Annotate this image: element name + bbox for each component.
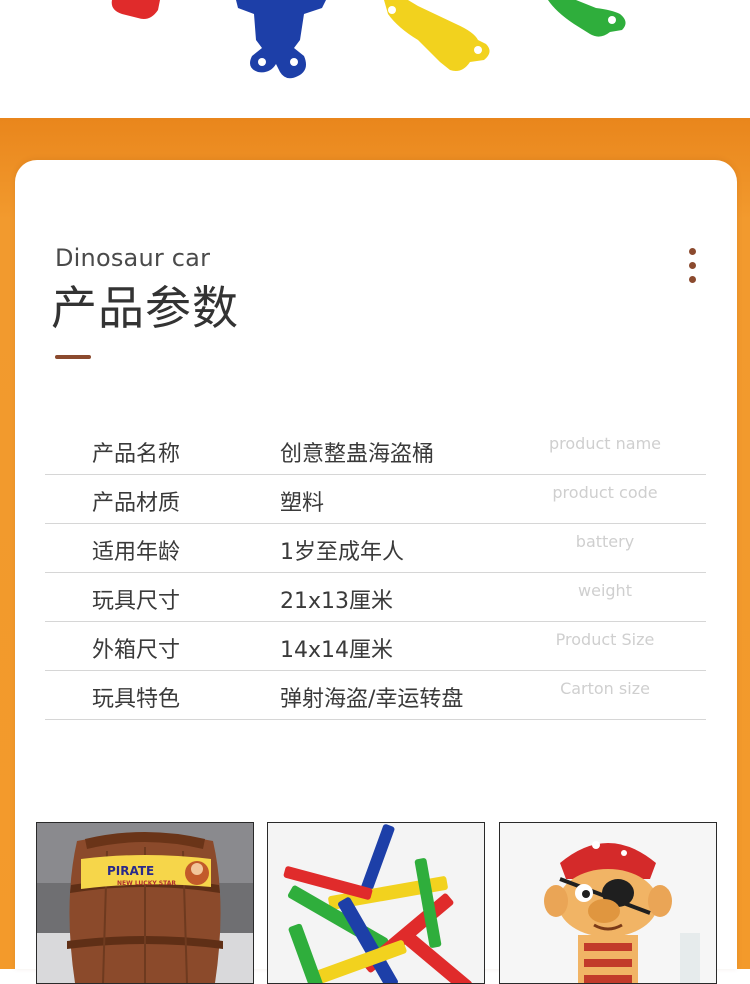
toy-swords-image	[111, 0, 626, 79]
spec-label: 产品名称	[92, 442, 181, 467]
spec-english-label: weight	[578, 581, 632, 600]
table-row: 玩具特色 弹射海盗/幸运转盘 Carton size	[45, 671, 706, 720]
photo-pirate-figure	[499, 822, 717, 984]
spec-label: 产品材质	[92, 491, 181, 516]
spec-english-label: Carton size	[560, 679, 650, 698]
spec-english-label: product name	[549, 434, 661, 453]
barrel-label-text: PIRATE	[107, 864, 154, 878]
spec-label: 适用年龄	[92, 540, 181, 565]
spec-value: 14x14厘米	[280, 638, 394, 663]
spec-english-label: Product Size	[555, 630, 655, 649]
table-row: 适用年龄 1岁至成年人 battery	[45, 524, 706, 573]
photo-pirate-barrel: PIRATE NEW LUCKY STAR	[36, 822, 254, 984]
photo-toy-swords	[267, 822, 485, 984]
table-row: 产品名称 创意整蛊海盗桶 product name	[45, 426, 706, 475]
spec-label: 外箱尺寸	[92, 638, 181, 663]
spec-label: 玩具尺寸	[92, 589, 181, 614]
spec-value: 21x13厘米	[280, 589, 394, 614]
top-product-image-strip	[0, 0, 750, 118]
product-parameters-card: Dinosaur car 产品参数 产品名称 创意整蛊海盗桶 product n…	[15, 160, 737, 984]
spec-value: 1岁至成年人	[280, 540, 404, 565]
barrel-label-subtext: NEW LUCKY STAR	[117, 880, 176, 887]
spec-value: 塑料	[280, 491, 325, 516]
vertical-dots-icon	[689, 248, 697, 284]
spec-value: 弹射海盗/幸运转盘	[280, 687, 464, 712]
spec-table: 产品名称 创意整蛊海盗桶 product name 产品材质 塑料 produc…	[45, 426, 706, 720]
spec-english-label: product code	[552, 483, 658, 502]
section-title: 产品参数	[51, 281, 239, 335]
table-row: 外箱尺寸 14x14厘米 Product Size	[45, 622, 706, 671]
section-subtitle: Dinosaur car	[55, 244, 211, 272]
spec-english-label: battery	[575, 532, 635, 551]
spec-value: 创意整蛊海盗桶	[280, 442, 435, 467]
title-underline	[55, 355, 91, 359]
table-row: 玩具尺寸 21x13厘米 weight	[45, 573, 706, 622]
spec-label: 玩具特色	[92, 687, 181, 712]
table-row: 产品材质 塑料 product code	[45, 475, 706, 524]
